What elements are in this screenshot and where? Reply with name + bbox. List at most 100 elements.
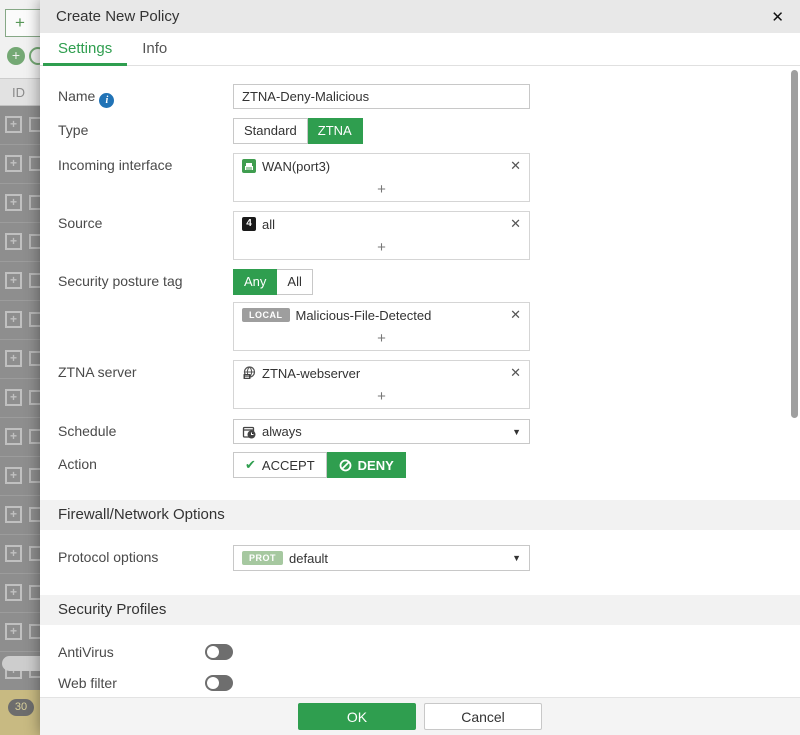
ztna-server-entry[interactable]: ZTNA-webserver ✕ <box>234 361 529 385</box>
schedule-calendar-icon <box>242 425 256 439</box>
posture-match-all[interactable]: All <box>277 269 312 295</box>
protocol-options-select[interactable]: PROT default ▼ <box>233 545 530 571</box>
row-type-icon <box>29 624 40 639</box>
field-row-schedule: Schedule always ▼ <box>58 419 782 452</box>
background-policy-page: + + ID +++++++++++++++ 30 <box>0 0 40 735</box>
field-row-name: Namei <box>58 84 782 118</box>
expand-plus-icon: + <box>5 233 22 250</box>
field-row-security-posture-tag: Security posture tag Any All <box>58 269 782 302</box>
row-type-icon <box>29 351 40 366</box>
horizontal-scrollbar-thumb <box>2 656 40 671</box>
row-type-icon <box>29 234 40 249</box>
table-row: + <box>0 379 40 418</box>
action-deny[interactable]: DENY <box>327 452 406 478</box>
tab-settings[interactable]: Settings <box>43 33 127 65</box>
antivirus-toggle[interactable] <box>205 644 233 660</box>
table-row: + <box>0 340 40 379</box>
expand-plus-icon: + <box>5 389 22 406</box>
chevron-down-icon: ▼ <box>512 427 521 437</box>
field-row-action: Action ✔ ACCEPT DENY <box>58 452 782 500</box>
row-type-icon <box>29 312 40 327</box>
posture-tag-entry-label: Malicious-File-Detected <box>296 308 432 323</box>
tab-bar: Settings Info <box>40 33 800 66</box>
schedule-select[interactable]: always ▼ <box>233 419 530 444</box>
incoming-interface-box: WAN(port3) ✕ + <box>233 153 530 202</box>
field-row-source: Source 4 all ✕ + <box>58 211 782 269</box>
posture-match-any[interactable]: Any <box>233 269 277 295</box>
table-row: + <box>0 496 40 535</box>
field-row-ztna-server: ZTNA server ZTNA-webserver ✕ + <box>58 360 782 418</box>
table-row: + <box>0 301 40 340</box>
expand-plus-icon: + <box>5 311 22 328</box>
table-row: + <box>0 184 40 223</box>
type-label: Type <box>58 118 233 143</box>
info-icon[interactable]: i <box>99 93 114 108</box>
security-posture-tag-label: Security posture tag <box>58 269 233 294</box>
field-row-incoming-interface: Incoming interface WAN(port3) ✕ + <box>58 153 782 211</box>
virtual-server-icon <box>242 366 256 380</box>
protocol-options-value: default <box>289 551 328 566</box>
expand-plus-icon: + <box>5 623 22 640</box>
table-row: + <box>0 106 40 145</box>
remove-interface-icon[interactable]: ✕ <box>510 158 521 174</box>
posture-tag-box: LOCAL Malicious-File-Detected ✕ + <box>233 302 530 351</box>
row-type-icon <box>29 273 40 288</box>
policy-rows: +++++++++++++++ <box>0 106 40 690</box>
modal-title: Create New Policy <box>56 8 179 25</box>
tab-info[interactable]: Info <box>127 33 182 65</box>
table-row: + <box>0 418 40 457</box>
remove-ztna-server-icon[interactable]: ✕ <box>510 365 521 381</box>
cancel-button[interactable]: Cancel <box>424 703 542 730</box>
expand-plus-icon: + <box>5 194 22 211</box>
plus-circle-icon: + <box>7 47 25 65</box>
source-label: Source <box>58 211 233 236</box>
background-bottom-bar: 30 <box>0 690 40 735</box>
table-row: + <box>0 223 40 262</box>
action-segmented-control: ✔ ACCEPT DENY <box>233 452 406 478</box>
toggle-knob <box>207 677 219 689</box>
add-source-button[interactable]: + <box>234 236 529 259</box>
row-type-icon <box>29 390 40 405</box>
expand-plus-icon: + <box>5 467 22 484</box>
remove-posture-tag-icon[interactable]: ✕ <box>510 307 521 323</box>
ztna-server-entry-label: ZTNA-webserver <box>262 366 360 381</box>
ztna-server-box: ZTNA-webserver ✕ + <box>233 360 530 409</box>
expand-plus-icon: + <box>5 155 22 172</box>
modal-footer: OK Cancel <box>40 697 800 735</box>
type-option-ztna[interactable]: ZTNA <box>308 118 363 144</box>
row-type-icon <box>29 117 40 132</box>
type-segmented-control: Standard ZTNA <box>233 118 363 144</box>
id-column-header: ID <box>0 78 40 106</box>
screen: + + ID +++++++++++++++ 30 Create New Pol… <box>0 0 800 735</box>
add-posture-tag-button[interactable]: + <box>234 327 529 350</box>
table-row: + <box>0 613 40 652</box>
field-row-antivirus: AntiVirus <box>58 642 782 662</box>
row-type-icon <box>29 429 40 444</box>
ok-button[interactable]: OK <box>298 703 416 730</box>
add-interface-button[interactable]: + <box>234 178 529 201</box>
row-type-icon <box>29 507 40 522</box>
notification-count-badge: 30 <box>8 699 34 716</box>
expand-plus-icon: + <box>5 272 22 289</box>
remove-source-icon[interactable]: ✕ <box>510 216 521 232</box>
web-filter-toggle[interactable] <box>205 675 233 691</box>
modal-scrollbar-thumb[interactable] <box>791 70 798 418</box>
table-row: + <box>0 535 40 574</box>
name-input[interactable] <box>233 84 530 109</box>
add-ztna-server-button[interactable]: + <box>234 385 529 408</box>
source-entry-label: all <box>262 217 275 232</box>
source-box: 4 all ✕ + <box>233 211 530 260</box>
close-icon[interactable]: ✕ <box>771 8 784 26</box>
expand-plus-icon: + <box>5 506 22 523</box>
table-row: + <box>0 457 40 496</box>
deny-icon <box>339 459 352 472</box>
name-label: Namei <box>58 84 233 109</box>
posture-tag-entry[interactable]: LOCAL Malicious-File-Detected ✕ <box>234 303 529 327</box>
action-accept[interactable]: ✔ ACCEPT <box>233 452 327 478</box>
interface-entry[interactable]: WAN(port3) ✕ <box>234 154 529 178</box>
table-row: + <box>0 574 40 613</box>
ztna-server-label: ZTNA server <box>58 360 233 385</box>
source-entry[interactable]: 4 all ✕ <box>234 212 529 236</box>
type-option-standard[interactable]: Standard <box>233 118 308 144</box>
protocol-options-label: Protocol options <box>58 545 233 570</box>
